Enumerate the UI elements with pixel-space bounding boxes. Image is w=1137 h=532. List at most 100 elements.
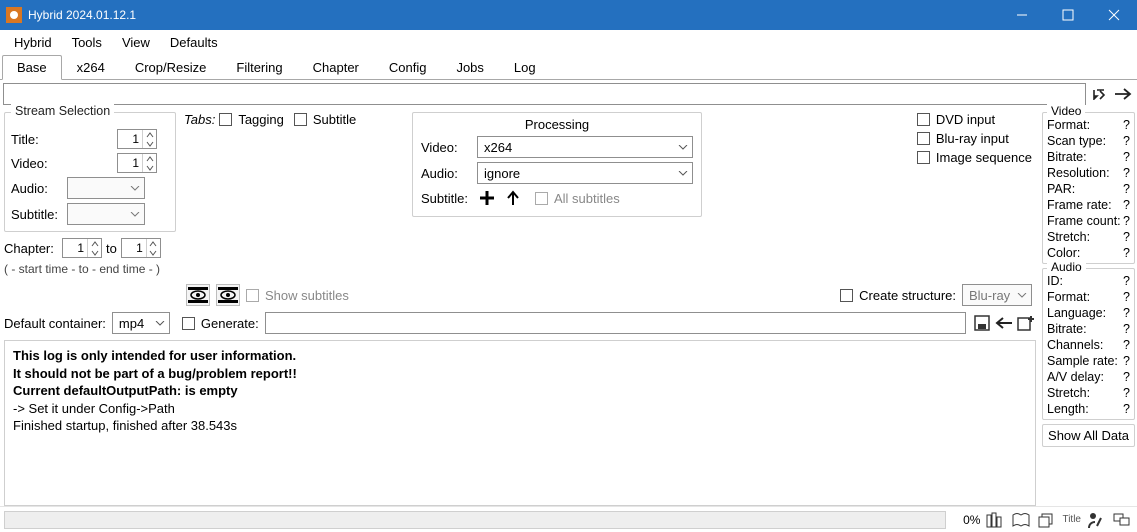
status-books-icon[interactable] bbox=[984, 510, 1006, 530]
tab-x264[interactable]: x264 bbox=[62, 55, 120, 80]
proc-video-select[interactable]: x264 bbox=[477, 136, 693, 158]
processing-group: Processing Video: x264 Audio: ignore bbox=[412, 112, 702, 217]
stream-selection-legend: Stream Selection bbox=[11, 104, 114, 118]
main-tabbar: Base x264 Crop/Resize Filtering Chapter … bbox=[0, 54, 1137, 80]
source-path-input[interactable] bbox=[3, 83, 1086, 105]
input-type-checks: DVD input Blu-ray input Image sequence bbox=[917, 112, 1032, 165]
status-bar: 0% Title bbox=[0, 506, 1137, 532]
chapter-to-spin[interactable]: 1 bbox=[121, 238, 161, 258]
menu-view[interactable]: View bbox=[112, 33, 160, 52]
info-row: Format:? bbox=[1047, 289, 1130, 305]
window-titlebar: Hybrid 2024.01.12.1 bbox=[0, 0, 1137, 30]
info-side-panel: Video Format:? Scan type:? Bitrate:? Res… bbox=[1040, 108, 1137, 506]
dvd-input-checkbox[interactable]: DVD input bbox=[917, 112, 1032, 127]
chapter-from-spin[interactable]: 1 bbox=[62, 238, 102, 258]
info-row: Resolution:? bbox=[1047, 165, 1130, 181]
proc-audio-label: Audio: bbox=[421, 166, 471, 181]
info-row: Length:? bbox=[1047, 401, 1130, 417]
info-row: Format:? bbox=[1047, 117, 1130, 133]
film-eye-button-1[interactable] bbox=[186, 284, 210, 306]
tab-chapter[interactable]: Chapter bbox=[298, 55, 374, 80]
create-structure-select[interactable]: Blu-ray bbox=[962, 284, 1032, 306]
subtitle-label: Subtitle: bbox=[11, 207, 67, 222]
tabs-label: Tabs: bbox=[184, 112, 215, 127]
menu-defaults[interactable]: Defaults bbox=[160, 33, 228, 52]
arrow-left-icon[interactable] bbox=[994, 312, 1014, 334]
add-subtitle-button[interactable] bbox=[477, 188, 497, 208]
film-eye-button-2[interactable] bbox=[216, 284, 240, 306]
tab-cropresize[interactable]: Crop/Resize bbox=[120, 55, 222, 80]
info-row: Stretch:? bbox=[1047, 385, 1130, 401]
create-structure-checkbox[interactable]: Create structure: bbox=[840, 288, 956, 303]
audio-label: Audio: bbox=[11, 181, 67, 196]
progress-bar bbox=[4, 511, 946, 529]
all-subtitles-checkbox[interactable]: All subtitles bbox=[535, 191, 620, 206]
default-container-select[interactable]: mp4 bbox=[112, 312, 170, 334]
menu-hybrid[interactable]: Hybrid bbox=[4, 33, 62, 52]
video-label: Video: bbox=[11, 156, 67, 171]
subtitle-select[interactable] bbox=[67, 203, 145, 225]
log-line: -> Set it under Config->Path bbox=[13, 400, 1027, 418]
generate-path-input[interactable] bbox=[265, 312, 966, 334]
info-row: Frame rate:? bbox=[1047, 197, 1130, 213]
audio-info-legend: Audio bbox=[1047, 260, 1086, 274]
app-icon bbox=[6, 7, 22, 23]
log-line: Finished startup, finished after 38.543s bbox=[13, 417, 1027, 435]
source-path-row bbox=[0, 80, 1137, 108]
arrow-right-icon[interactable] bbox=[1112, 83, 1134, 105]
info-row: Bitrate:? bbox=[1047, 321, 1130, 337]
tab-log[interactable]: Log bbox=[499, 55, 551, 80]
menu-bar: Hybrid Tools View Defaults bbox=[0, 30, 1137, 54]
video-info-legend: Video bbox=[1047, 104, 1085, 118]
tab-config[interactable]: Config bbox=[374, 55, 442, 80]
show-all-data-button[interactable]: Show All Data bbox=[1042, 424, 1135, 447]
up-arrow-icon[interactable] bbox=[503, 188, 523, 208]
info-row: Frame count:? bbox=[1047, 213, 1130, 229]
log-pane: This log is only intended for user infor… bbox=[4, 340, 1036, 506]
window-minimize-button[interactable] bbox=[999, 0, 1045, 30]
chapter-label: Chapter: bbox=[4, 241, 58, 256]
log-line: This log is only intended for user infor… bbox=[13, 347, 1027, 365]
info-row: Color:? bbox=[1047, 245, 1130, 261]
image-sequence-checkbox[interactable]: Image sequence bbox=[917, 150, 1032, 165]
info-row: A/V delay:? bbox=[1047, 369, 1130, 385]
audio-info-group: Audio ID:? Format:? Language:? Bitrate:?… bbox=[1042, 268, 1135, 420]
window-close-button[interactable] bbox=[1091, 0, 1137, 30]
status-stack-icon[interactable] bbox=[1036, 510, 1058, 530]
status-person-icon[interactable] bbox=[1085, 510, 1107, 530]
window-title: Hybrid 2024.01.12.1 bbox=[28, 8, 136, 22]
add-to-queue-icon[interactable] bbox=[1016, 312, 1036, 334]
tab-base[interactable]: Base bbox=[2, 55, 62, 80]
show-subtitles-checkbox[interactable]: Show subtitles bbox=[246, 288, 349, 303]
menu-tools[interactable]: Tools bbox=[62, 33, 112, 52]
status-title-icon[interactable]: Title bbox=[1062, 510, 1081, 530]
log-line: It should not be part of a bug/problem r… bbox=[13, 365, 1027, 383]
arrow-down-icon[interactable] bbox=[1088, 83, 1110, 105]
info-row: Sample rate:? bbox=[1047, 353, 1130, 369]
info-row: Stretch:? bbox=[1047, 229, 1130, 245]
title-spin[interactable]: 1 bbox=[117, 129, 157, 149]
info-row: ID:? bbox=[1047, 273, 1130, 289]
video-spin[interactable]: 1 bbox=[117, 153, 157, 173]
tab-filtering[interactable]: Filtering bbox=[221, 55, 297, 80]
bluray-input-checkbox[interactable]: Blu-ray input bbox=[917, 131, 1032, 146]
subtitle-tab-checkbox[interactable]: Subtitle bbox=[294, 112, 356, 127]
progress-percent: 0% bbox=[950, 513, 980, 527]
title-label: Title: bbox=[11, 132, 67, 147]
save-icon[interactable] bbox=[972, 312, 992, 334]
status-book-icon[interactable] bbox=[1010, 510, 1032, 530]
chapter-to-label: to bbox=[106, 241, 117, 256]
status-screens-icon[interactable] bbox=[1111, 510, 1133, 530]
window-maximize-button[interactable] bbox=[1045, 0, 1091, 30]
info-row: PAR:? bbox=[1047, 181, 1130, 197]
tab-jobs[interactable]: Jobs bbox=[441, 55, 498, 80]
tagging-checkbox[interactable]: Tagging bbox=[219, 112, 284, 127]
info-row: Bitrate:? bbox=[1047, 149, 1130, 165]
proc-video-label: Video: bbox=[421, 140, 471, 155]
generate-checkbox[interactable]: Generate: bbox=[182, 316, 259, 331]
audio-select[interactable] bbox=[67, 177, 145, 199]
proc-audio-select[interactable]: ignore bbox=[477, 162, 693, 184]
default-container-label: Default container: bbox=[4, 316, 106, 331]
info-row: Channels:? bbox=[1047, 337, 1130, 353]
video-info-group: Video Format:? Scan type:? Bitrate:? Res… bbox=[1042, 112, 1135, 264]
